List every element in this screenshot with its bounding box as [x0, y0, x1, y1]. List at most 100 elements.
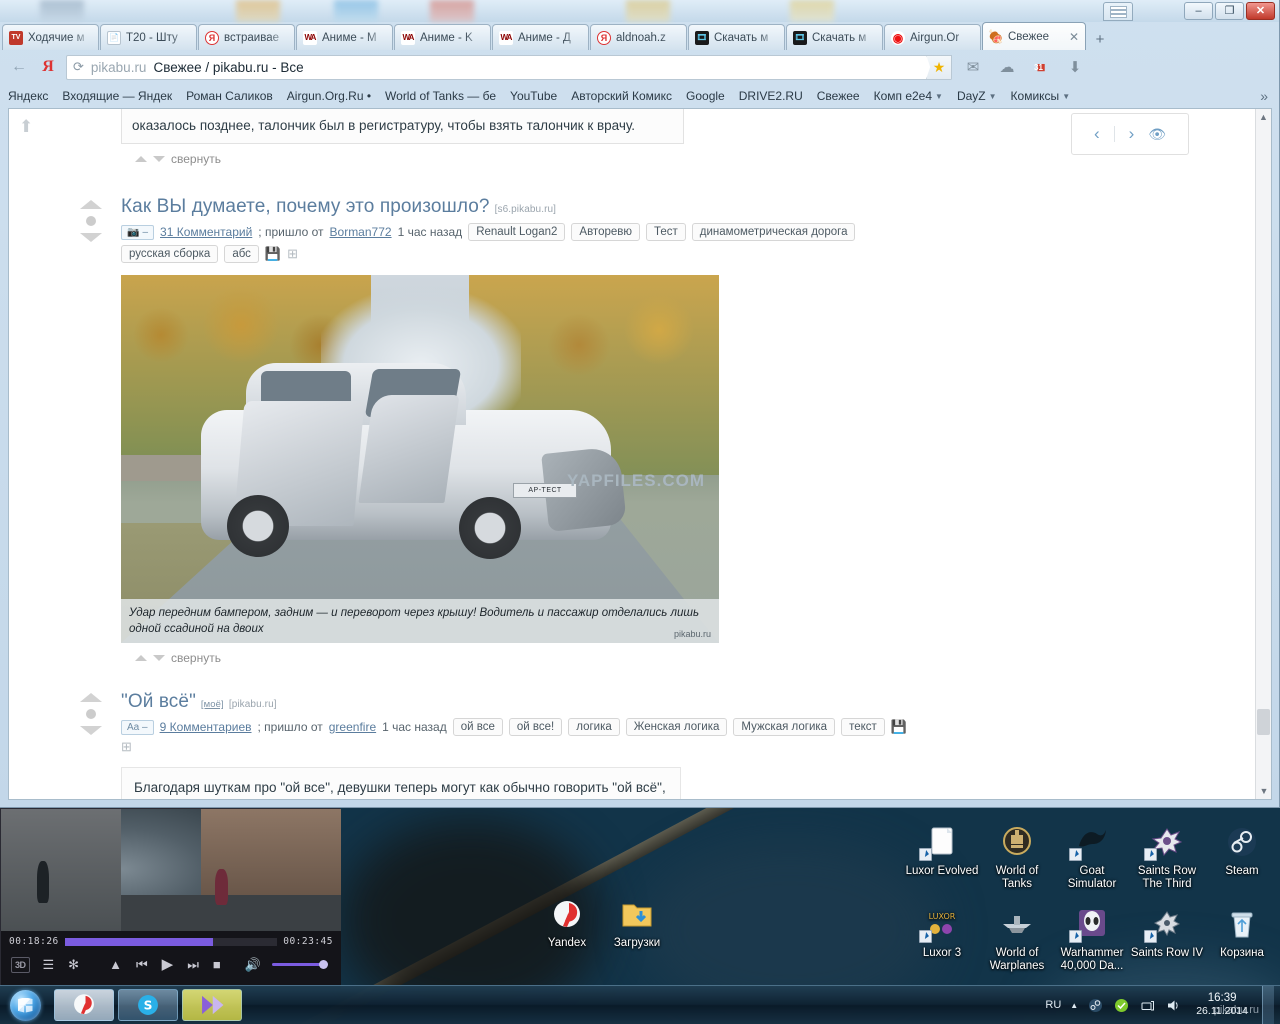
- volume-slider[interactable]: [271, 960, 328, 969]
- system-tray[interactable]: RU ▲ 16:39 26.11.2014 pikabu.ru: [1045, 985, 1280, 1024]
- rating-down-icon[interactable]: [80, 726, 102, 735]
- vote-up-icon[interactable]: [135, 655, 147, 661]
- tab-3[interactable]: WA Аниме - M: [296, 24, 393, 50]
- desktop-icon-luxor-3[interactable]: LUXOR Luxor 3: [905, 908, 979, 960]
- tab-9[interactable]: ◉ Airgun.Or: [884, 24, 981, 50]
- bookmark-11[interactable]: DayZ ▼: [957, 89, 997, 103]
- desktop-icon-recycle-bin[interactable]: Корзина: [1205, 908, 1279, 960]
- collapse-link[interactable]: свернуть: [171, 152, 221, 166]
- bookmark-star-icon[interactable]: ★: [926, 54, 952, 80]
- page-scrollbar[interactable]: ▲ ▼: [1255, 109, 1271, 799]
- bookmark-9[interactable]: Свежее: [817, 89, 860, 103]
- player-volume[interactable]: 🔊: [238, 956, 328, 973]
- desktop-icon-downloads[interactable]: Загрузки: [600, 898, 674, 950]
- comments-link[interactable]: 9 Комментариев: [160, 720, 252, 734]
- post-title-2[interactable]: "Ой всё" [моё] [pikabu.ru]: [121, 691, 1257, 713]
- post-tag[interactable]: абс: [224, 245, 259, 263]
- browser-menu-icon[interactable]: [1103, 2, 1133, 21]
- post-title-1[interactable]: Как ВЫ думаете, почему это произошло? [s6…: [121, 196, 1257, 218]
- calendar-icon[interactable]: ■ 31: [1028, 59, 1054, 76]
- post-tag[interactable]: Тест: [646, 223, 686, 241]
- playlist-icon[interactable]: ☰: [36, 956, 62, 973]
- reload-icon[interactable]: ⟳: [73, 59, 84, 75]
- play-icon[interactable]: ▶: [155, 955, 181, 974]
- tab-8[interactable]: 🎞 Скачать м: [786, 24, 883, 50]
- bookmark-0[interactable]: Яндекс: [8, 89, 48, 103]
- player-3d-button[interactable]: 3D: [11, 956, 30, 973]
- post-tag[interactable]: логика: [568, 718, 620, 736]
- mail-icon[interactable]: ✉: [960, 58, 986, 76]
- author-link[interactable]: Borman772: [330, 225, 392, 239]
- author-link[interactable]: greenfire: [329, 720, 376, 734]
- bookmark-7[interactable]: Google: [686, 89, 725, 103]
- browser-window[interactable]: – ❐ ✕ TV Ходячие м 📄 T20 - Шту Явстраивае …: [0, 0, 1280, 808]
- taskbar[interactable]: S RU ▲ 16:39 26.11.2014 pikabu.ru: [0, 985, 1280, 1024]
- vote-down-icon[interactable]: [153, 156, 165, 162]
- back-button[interactable]: ←: [8, 58, 30, 76]
- tab-5[interactable]: WA Аниме - Д: [492, 24, 589, 50]
- scroll-down-icon[interactable]: ▼: [1256, 783, 1271, 799]
- save-icon[interactable]: 💾: [891, 719, 907, 735]
- vote-down-icon[interactable]: [153, 655, 165, 661]
- post-tag[interactable]: русская сборка: [121, 245, 219, 263]
- maximize-button[interactable]: ❐: [1215, 2, 1244, 20]
- eject-icon[interactable]: ▲: [102, 956, 129, 973]
- tab-4[interactable]: WA Аниме - K: [394, 24, 491, 50]
- collapse-link[interactable]: свернуть: [171, 651, 221, 665]
- yandex-browser-taskbar-item[interactable]: [54, 989, 114, 1021]
- tab-strip[interactable]: TV Ходячие м 📄 T20 - Шту Явстраивае WA Аним…: [0, 22, 1280, 50]
- skype-taskbar-item[interactable]: S: [118, 989, 178, 1021]
- show-desktop-button[interactable]: [1262, 985, 1274, 1024]
- bookmark-4[interactable]: World of Tanks — бе: [385, 89, 496, 103]
- desktop-icon-saints-row-iv[interactable]: Saints Row IV: [1130, 908, 1204, 960]
- window-titlebar[interactable]: – ❐ ✕: [0, 0, 1279, 22]
- desktop-icon-yandex[interactable]: Yandex: [530, 898, 604, 950]
- settings-icon[interactable]: ✻: [61, 956, 86, 973]
- bookmark-3[interactable]: Airgun.Org.Ru •: [287, 89, 371, 103]
- post-tag[interactable]: Renault Logan2: [468, 223, 566, 241]
- previous-icon[interactable]: ⏮: [129, 956, 155, 973]
- desktop-icon-warhammer[interactable]: Warhammer 40,000 Da...: [1055, 908, 1129, 973]
- expand-icon[interactable]: ⊞: [287, 246, 298, 262]
- navigation-bar[interactable]: ← Я ⟳ pikabu.ru Свежее / pikabu.ru - Все…: [0, 50, 1280, 84]
- bookmark-5[interactable]: YouTube: [510, 89, 557, 103]
- page-viewport[interactable]: ⬆ ‹ › 👁 оказалось позднее, талончик был …: [8, 108, 1272, 800]
- bookmark-1[interactable]: Входящие — Яндек: [62, 89, 172, 103]
- desktop-icon-luxor-evolved[interactable]: Luxor Evolved: [905, 826, 979, 878]
- tray-language[interactable]: RU: [1045, 999, 1061, 1011]
- post-tag[interactable]: текст: [841, 718, 885, 736]
- bookmark-8[interactable]: DRIVE2.RU: [739, 89, 803, 103]
- video-surface[interactable]: [1, 809, 341, 931]
- rating-down-icon[interactable]: [80, 233, 102, 242]
- bookmark-12[interactable]: Комиксы ▼: [1011, 89, 1071, 103]
- post-type-badge[interactable]: Aa –: [121, 719, 154, 735]
- bookmark-6[interactable]: Авторский Комикс: [571, 89, 672, 103]
- start-orb-icon[interactable]: [0, 987, 50, 1023]
- address-bar[interactable]: ⟳ pikabu.ru Свежее / pikabu.ru - Все ★: [66, 54, 952, 80]
- post-collapse-row[interactable]: свернуть: [121, 144, 1257, 166]
- new-tab-button[interactable]: +: [1089, 28, 1111, 50]
- volume-knob[interactable]: [318, 960, 328, 969]
- player-control-bar[interactable]: 00:18:26 00:23:45 3D ☰ ✻ ▲ ⏮ ▶ ⏭ ■ 🔊: [1, 931, 341, 989]
- close-button[interactable]: ✕: [1246, 2, 1275, 20]
- bookmark-10[interactable]: Комп e2e4 ▼: [874, 89, 943, 103]
- yandex-logo-icon[interactable]: Я: [38, 58, 58, 76]
- post-tag[interactable]: ой все!: [508, 718, 563, 736]
- volume-icon[interactable]: 🔊: [238, 956, 268, 973]
- post-type-badge[interactable]: 📷 –: [121, 224, 155, 240]
- scrollbar-thumb[interactable]: [1257, 709, 1270, 735]
- tab-2[interactable]: Явстраивае: [198, 24, 295, 50]
- tab-1[interactable]: 📄 T20 - Шту: [100, 24, 197, 50]
- vote-up-icon[interactable]: [135, 156, 147, 162]
- bookmarks-overflow-button[interactable]: »: [1260, 88, 1272, 104]
- post-image-1[interactable]: AP-ТЕСТ YAPFILES.COM Удар передним бампе…: [121, 275, 719, 643]
- download-icon[interactable]: ⬇: [1062, 58, 1088, 76]
- tab-close-icon[interactable]: ✕: [1069, 31, 1079, 43]
- post-tag[interactable]: ой все: [452, 718, 503, 736]
- post-tag[interactable]: Женская логика: [625, 718, 728, 736]
- desktop-icon-world-of-tanks[interactable]: World of Tanks: [980, 826, 1054, 891]
- desktop-icon-saints-row-the-third[interactable]: Saints Row The Third: [1130, 826, 1204, 891]
- stop-icon[interactable]: ■: [206, 956, 228, 973]
- post-tag[interactable]: Мужская логика: [733, 718, 836, 736]
- expand-icon[interactable]: ⊞: [121, 739, 132, 755]
